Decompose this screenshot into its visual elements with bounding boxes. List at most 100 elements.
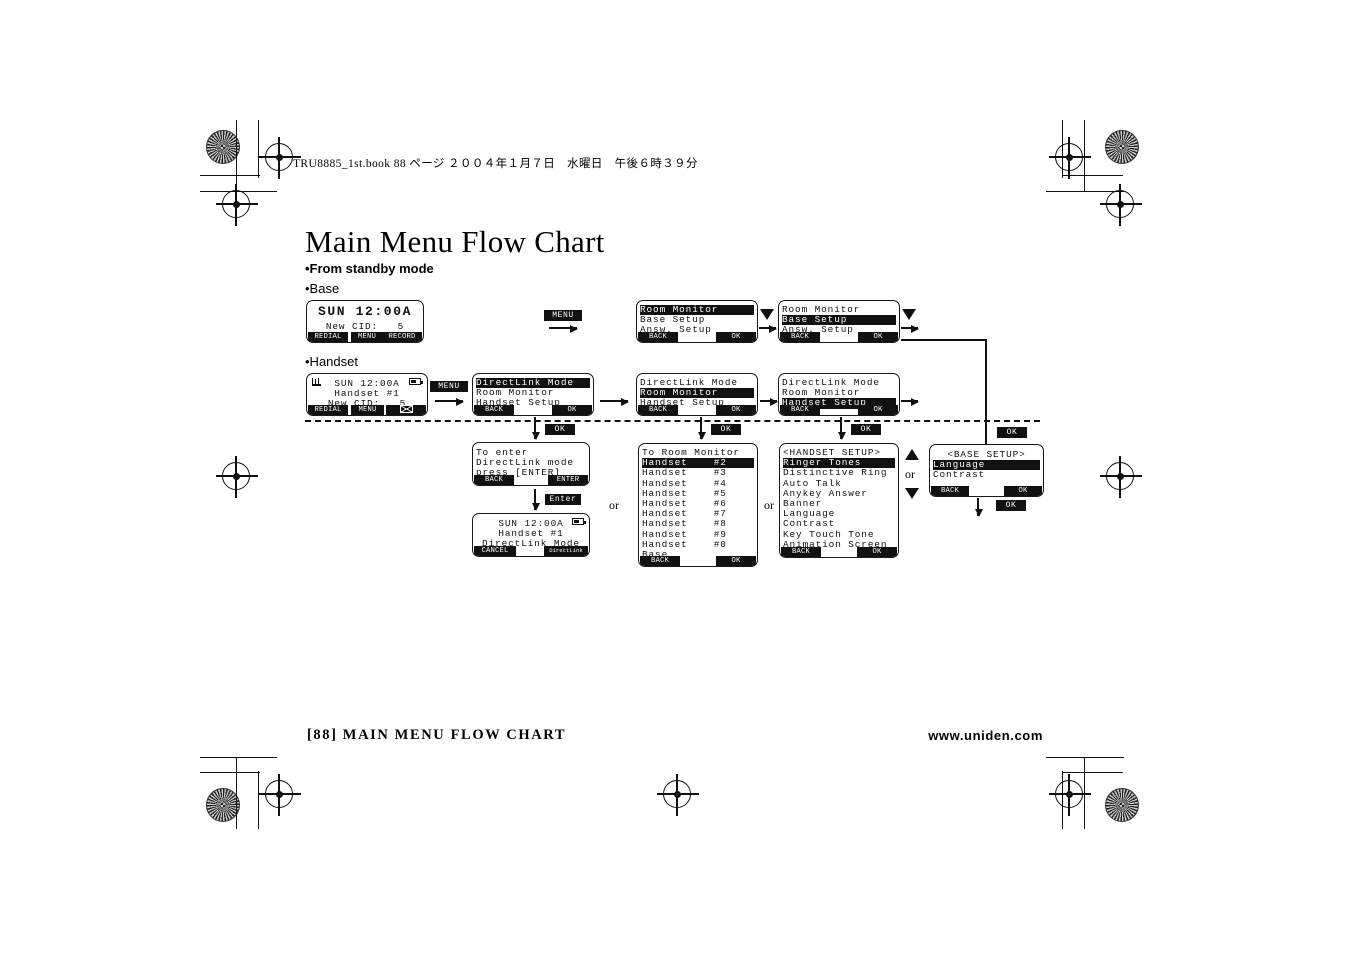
base-standby-cid: New CID: 5 <box>325 321 405 332</box>
lcd-base-standby: SUN 12:00A New CID: 5 REDIAL MENU RECORD <box>306 300 424 343</box>
softkey-bar: REDIAL MENU RECORD <box>307 332 423 342</box>
softkey-menu[interactable]: MENU <box>351 405 384 415</box>
arrow-enter-to-directlink-active <box>531 489 540 511</box>
softkey-back[interactable]: BACK <box>638 405 678 415</box>
crop-line <box>258 120 260 178</box>
book-info-text: TRU8885_1st.book 88 ページ ２００４年１月７日 水曜日 午後… <box>293 158 698 170</box>
arrow-base-menu2-out <box>901 324 919 333</box>
key-label-ok-5: OK <box>996 500 1026 511</box>
envelope-icon <box>399 405 413 414</box>
triangle-down-scroll[interactable] <box>905 488 919 499</box>
lcd-handset-menu-handset-setup: DirectLink Mode Room Monitor Handset Set… <box>778 373 900 416</box>
softkey-ok[interactable]: OK <box>716 405 756 415</box>
softkey-back[interactable]: BACK <box>781 547 821 557</box>
bullet-base: •Base <box>305 281 340 296</box>
crop-line <box>1062 771 1064 829</box>
softkey-bar: BACK OK <box>779 405 899 415</box>
triangle-down-base-nav <box>760 309 774 320</box>
softkey-bar: BACK OK <box>639 556 757 566</box>
softkey-ok[interactable]: OK <box>858 405 898 415</box>
key-label-enter: Enter <box>545 494 581 505</box>
arrow-ok-to-directlink-prompt <box>531 417 540 440</box>
section-divider-dashed <box>305 420 1040 422</box>
lcd-base-menu-room-monitor: Room Monitor Base Setup Answ. Setup BACK… <box>636 300 758 343</box>
registration-mark-top-right <box>1049 137 1091 179</box>
softkey-menu[interactable]: MENU <box>351 332 383 342</box>
softkey-bar: BACK OK <box>930 486 1043 496</box>
softkey-back[interactable]: BACK <box>640 556 680 566</box>
softkey-cancel[interactable]: CANCEL <box>474 546 516 556</box>
softkey-enter[interactable]: ENTER <box>548 475 588 485</box>
lcd-directlink-prompt: To enter DirectLink mode press [ENTER] B… <box>472 442 590 486</box>
or-label-3: or <box>905 467 915 481</box>
crop-line <box>1063 772 1123 774</box>
crop-line <box>236 757 238 829</box>
crop-line <box>200 772 260 774</box>
softkey-ok[interactable]: OK <box>552 405 592 415</box>
page-title: Main Menu Flow Chart <box>305 224 605 259</box>
registration-star-top-right <box>1105 130 1139 164</box>
softkey-back[interactable]: BACK <box>474 405 514 415</box>
bullet-from-standby-mode: •From standby mode <box>305 261 434 276</box>
softkey-record[interactable]: RECORD <box>382 332 422 342</box>
softkey-bar: REDIAL MENU <box>307 405 427 415</box>
softkey-back[interactable]: BACK <box>638 332 678 342</box>
registration-mark-right-upper <box>1100 184 1142 226</box>
or-label-2: or <box>764 498 774 512</box>
softkey-back[interactable]: BACK <box>780 332 820 342</box>
registration-mark-bottom-mid <box>1049 774 1091 816</box>
base-standby-time: SUN 12:00A <box>317 304 412 319</box>
key-label-menu-handset: MENU <box>430 381 468 392</box>
triangle-up-scroll[interactable] <box>905 449 919 460</box>
connector-line <box>901 339 986 341</box>
softkey-bar: BACK ENTER <box>473 475 589 485</box>
softkey-redial[interactable]: REDIAL <box>308 405 348 415</box>
key-label-ok-2: OK <box>711 424 741 435</box>
registration-mark-right <box>1100 456 1142 498</box>
lcd-handset-menu-directlink: DirectLink Mode Room Monitor Handset Set… <box>472 373 594 416</box>
softkey-ok[interactable]: OK <box>858 332 898 342</box>
arrow-base-standby-to-menu <box>549 324 578 333</box>
registration-star-bottom-left <box>206 788 240 822</box>
key-label-ok-4: OK <box>997 427 1027 438</box>
registration-mark-top-mid <box>216 184 258 226</box>
crop-line <box>1062 120 1064 178</box>
registration-mark-left <box>216 456 258 498</box>
crop-line <box>1084 120 1086 192</box>
arrow-handset-standby-to-menu <box>435 397 464 406</box>
softkey-directlink[interactable]: DirectLink <box>544 546 588 556</box>
crop-line <box>236 120 238 192</box>
softkey-envelope[interactable] <box>386 405 426 415</box>
crop-line <box>200 175 260 177</box>
lcd-handset-standby: SUN 12:00A Handset #1 New CID: 5 REDIAL … <box>306 373 428 416</box>
crop-line <box>200 191 277 193</box>
registration-star-top-left <box>206 130 240 164</box>
arrow-handset-menu1-to-menu2 <box>600 397 629 406</box>
softkey-back[interactable]: BACK <box>474 475 514 485</box>
softkey-bar: BACK OK <box>780 547 898 557</box>
list-item[interactable]: Contrast <box>933 470 1040 480</box>
softkey-bar: BACK OK <box>779 332 899 342</box>
registration-mark-top-left <box>259 137 301 179</box>
softkey-ok[interactable]: OK <box>716 332 756 342</box>
antenna-icon <box>312 378 321 386</box>
softkey-back[interactable]: BACK <box>931 486 969 496</box>
arrow-to-base-setup <box>982 339 991 462</box>
softkey-back[interactable]: BACK <box>780 405 820 415</box>
arrow-ok-to-room-monitor <box>697 417 706 440</box>
bullet-handset: •Handset <box>305 354 358 369</box>
arrow-base-setup-down <box>974 498 983 517</box>
crop-line <box>258 771 260 829</box>
key-label-ok-1: OK <box>545 424 575 435</box>
softkey-ok[interactable]: OK <box>1004 486 1042 496</box>
softkey-bar: BACK OK <box>637 332 757 342</box>
crop-line <box>1063 175 1123 177</box>
softkey-redial[interactable]: REDIAL <box>308 332 348 342</box>
lcd-handset-menu-room-monitor: DirectLink Mode Room Monitor Handset Set… <box>636 373 758 416</box>
battery-icon <box>572 518 586 525</box>
softkey-ok[interactable]: OK <box>857 547 897 557</box>
crop-line <box>200 757 277 759</box>
softkey-ok[interactable]: OK <box>716 556 756 566</box>
battery-icon <box>409 378 423 385</box>
lcd-directlink-active: SUN 12:00A Handset #1 DirectLink Mode CA… <box>472 513 590 557</box>
